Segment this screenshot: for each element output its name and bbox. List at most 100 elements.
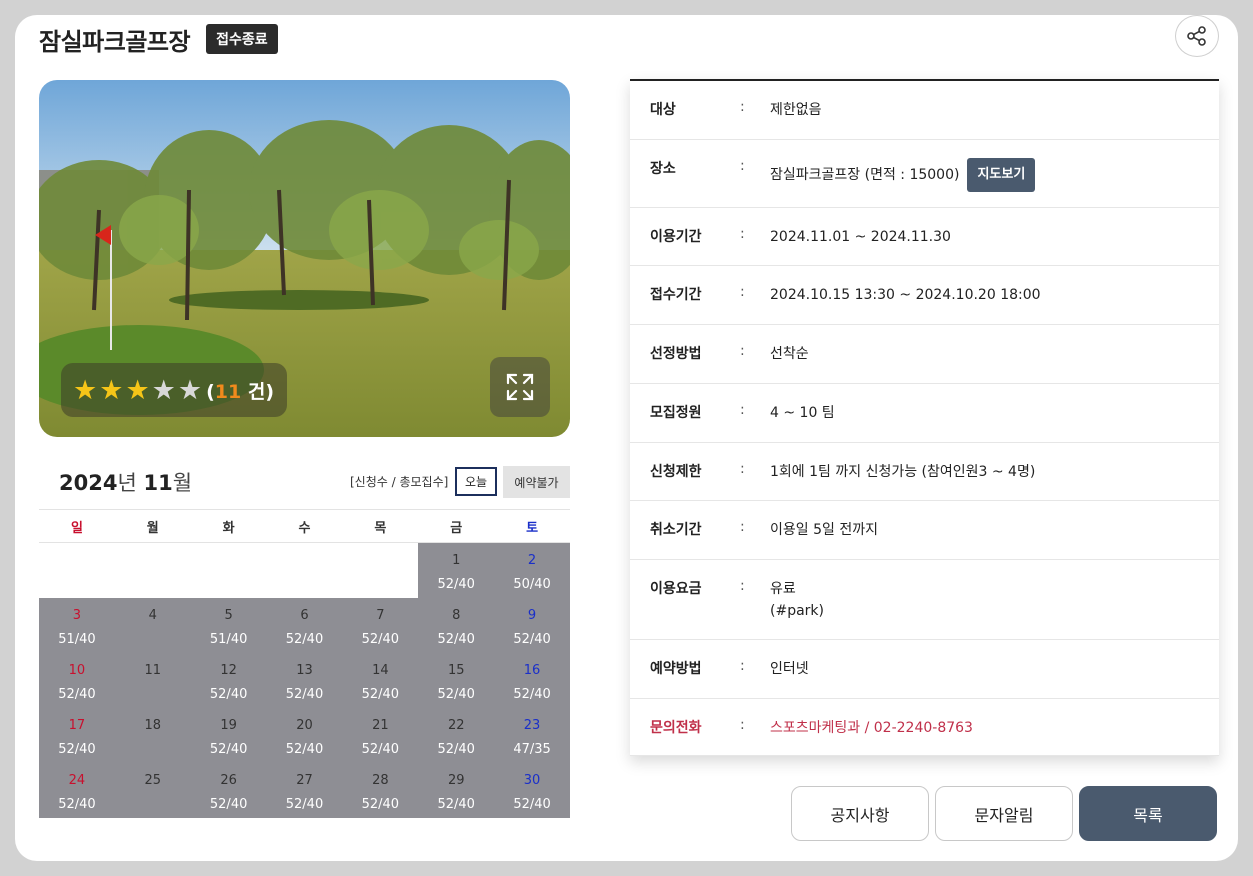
day-number: 22 [447,718,465,733]
calendar-empty-cell [191,543,267,598]
calendar-day[interactable]: 25 [114,763,191,818]
day-application-count: 52/40 [361,687,400,702]
day-number: 1 [452,553,461,568]
calendar-day[interactable]: 1 52/40 [418,543,495,598]
calendar-day[interactable]: 13 52/40 [266,653,343,708]
calendar-day[interactable]: 12 52/40 [190,653,267,708]
calendar-day[interactable]: 20 52/40 [266,708,343,763]
day-number: 27 [296,773,313,788]
day-number: 17 [68,718,86,733]
weekday-header: 목 [374,520,387,536]
page-title: 잠실파크골프장 [39,27,191,56]
calendar-day[interactable]: 17 52/40 [39,708,115,763]
calendar-weekdays: 일월화수목금토 [39,509,570,543]
unavailable-legend: 예약불가 [503,466,570,498]
info-value: 잠실파크골프장 (면적 : 15000) 지도보기 [770,158,1219,207]
day-application-count: 51/40 [58,632,96,647]
day-number: 13 [296,663,313,678]
info-label: 대상 [650,102,676,118]
day-number: 12 [220,663,237,678]
calendar-day[interactable]: 18 [114,708,191,763]
rating-count: (11 건) [206,377,274,404]
info-value: 2024.10.15 13:30 ~ 2024.10.20 18:00 [770,284,1219,324]
calendar-day[interactable]: 14 52/40 [342,653,419,708]
day-number: 30 [523,773,541,788]
info-row: 장소: 잠실파크골프장 (면적 : 15000) 지도보기 [630,140,1219,208]
info-value: 유료 (#park) [770,578,1219,639]
weekday-header: 월 [146,520,159,536]
day-application-count: 52/40 [513,632,551,647]
calendar-day[interactable]: 16 52/40 [494,653,570,708]
info-label: 이용요금 [650,581,702,597]
calendar-day[interactable]: 19 52/40 [190,708,267,763]
info-row: 신청제한: 1회에 1팀 까지 신청가능 (참여인원3 ~ 4명) [630,443,1219,501]
list-button[interactable]: 목록 [1079,786,1217,841]
calendar-month-unit: 월 [172,471,193,495]
info-label: 선정방법 [650,346,702,362]
calendar-day[interactable]: 9 52/40 [494,598,570,653]
info-label: 예약방법 [650,661,702,677]
day-number: 28 [372,773,389,788]
info-row: 예약방법: 인터넷 [630,640,1219,699]
fullscreen-button[interactable] [490,357,550,417]
day-application-count: 51/40 [209,632,248,647]
calendar-day[interactable]: 10 52/40 [39,653,115,708]
star-icon: ★ [177,374,203,406]
calendar-day[interactable]: 11 [114,653,191,708]
star-icon: ★ [73,374,98,406]
star-icon: ★ [99,374,124,406]
calendar-empty-cell [342,543,418,598]
calendar-day[interactable]: 26 52/40 [190,763,267,818]
info-row: 취소기간: 이용일 5일 전까지 [630,501,1219,560]
day-number: 29 [447,773,465,788]
info-value-text: 제한없음 [770,102,822,118]
info-value[interactable]: 스포츠마케팅과 / 02-2240-8763 [770,717,1219,755]
facility-card: 잠실파크골프장 접수종료 ★ ★ ★ ★ ★ (11 건) 2024년 11월 … [15,15,1238,861]
map-view-button[interactable]: 지도보기 [967,158,1036,192]
calendar-day[interactable]: 7 52/40 [342,598,419,653]
calendar-day[interactable]: 21 52/40 [342,708,419,763]
day-number: 26 [220,773,237,788]
info-value-text: 1회에 1팀 까지 신청가능 (참여인원3 ~ 4명) [770,464,1036,480]
notice-button[interactable]: 공지사항 [791,786,929,841]
day-application-count: 52/40 [58,742,96,757]
calendar-day[interactable]: 8 52/40 [418,598,495,653]
calendar-day[interactable]: 5 51/40 [190,598,267,653]
share-button[interactable] [1175,15,1219,57]
day-number: 14 [372,663,389,678]
calendar-day[interactable]: 4 [114,598,191,653]
calendar-day[interactable]: 6 52/40 [266,598,343,653]
info-value-text: 4 ~ 10 팀 [770,405,835,421]
calendar-day[interactable]: 3 51/40 [39,598,115,653]
info-label: 신청제한 [650,464,702,480]
calendar-day[interactable]: 23 47/35 [494,708,570,763]
calendar-legend: [신청수 / 총모집수] [350,475,449,489]
weekday-header: 수 [298,520,311,536]
calendar-day[interactable]: 28 52/40 [342,763,419,818]
info-colon: : [740,284,745,300]
rating-count-unit: 건) [241,380,275,403]
day-application-count: 52/40 [209,742,248,757]
weekday-header: 토 [526,520,539,536]
info-colon: : [740,461,745,477]
calendar-day[interactable]: 27 52/40 [266,763,343,818]
title-row: 잠실파크골프장 접수종료 [39,21,278,57]
day-application-count: 52/40 [437,797,475,812]
sms-alert-button[interactable]: 문자알림 [935,786,1073,841]
today-button[interactable]: 오늘 [455,467,497,496]
calendar-day[interactable]: 29 52/40 [418,763,495,818]
calendar-day[interactable]: 30 52/40 [494,763,570,818]
info-value-text: 선착순 [770,346,809,362]
calendar-day[interactable]: 24 52/40 [39,763,115,818]
calendar-day[interactable]: 2 50/40 [494,543,570,598]
info-colon: : [740,519,745,535]
day-number: 15 [447,663,465,678]
rating-count-open: ( [206,380,215,403]
info-row: 이용요금: 유료 (#park) [630,560,1219,640]
day-application-count: 52/40 [513,687,551,702]
info-label: 장소 [650,161,676,177]
day-number: 10 [68,663,86,678]
info-colon: : [740,578,745,594]
calendar-day[interactable]: 15 52/40 [418,653,495,708]
calendar-day[interactable]: 22 52/40 [418,708,495,763]
